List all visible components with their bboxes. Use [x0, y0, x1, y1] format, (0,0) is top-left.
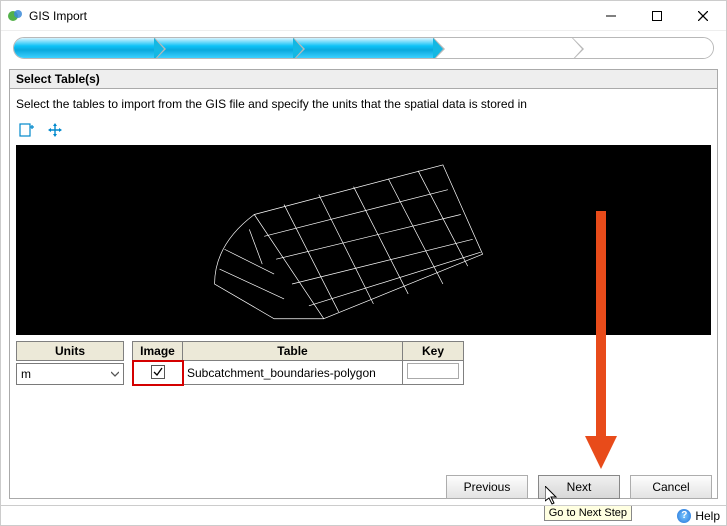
progress-step-4 [433, 38, 573, 58]
panel-title: Select Table(s) [10, 70, 717, 89]
minimize-button[interactable] [588, 1, 634, 31]
progress-step-2 [154, 38, 294, 58]
cancel-button[interactable]: Cancel [630, 475, 712, 499]
progress-step-5 [572, 38, 713, 58]
pan-move-icon[interactable] [46, 121, 64, 139]
units-select[interactable]: m [16, 363, 124, 385]
titlebar: GIS Import [1, 1, 726, 31]
maximize-button[interactable] [634, 1, 680, 31]
col-header-key: Key [403, 342, 464, 361]
help-label[interactable]: Help [695, 509, 720, 523]
close-button[interactable] [680, 1, 726, 31]
mouse-cursor-icon [545, 486, 561, 509]
app-icon [7, 8, 23, 24]
progress-step-3 [293, 38, 433, 58]
units-value: m [21, 367, 31, 381]
col-header-image: Image [133, 342, 183, 361]
image-checkbox[interactable] [151, 365, 165, 379]
key-cell[interactable] [407, 363, 459, 379]
col-header-table: Table [183, 342, 403, 361]
chevron-down-icon [111, 367, 119, 381]
previous-button[interactable]: Previous [446, 475, 528, 499]
units-header: Units [16, 341, 124, 361]
tables-grid: Image Table Key Subcatchment_boundaries-… [132, 341, 464, 385]
panel-instruction: Select the tables to import from the GIS… [10, 89, 717, 119]
help-icon[interactable]: ? [677, 509, 691, 523]
table-name-cell[interactable]: Subcatchment_boundaries-polygon [183, 361, 403, 385]
window-title: GIS Import [29, 9, 588, 23]
progress-step-1 [14, 38, 154, 58]
select-tables-panel: Select Table(s) Select the tables to imp… [9, 69, 718, 499]
zoom-extent-icon[interactable] [18, 121, 36, 139]
statusbar: ? Help [1, 505, 726, 525]
wizard-progress [1, 31, 726, 65]
table-row: Subcatchment_boundaries-polygon [133, 361, 464, 385]
spatial-preview[interactable] [16, 145, 711, 335]
